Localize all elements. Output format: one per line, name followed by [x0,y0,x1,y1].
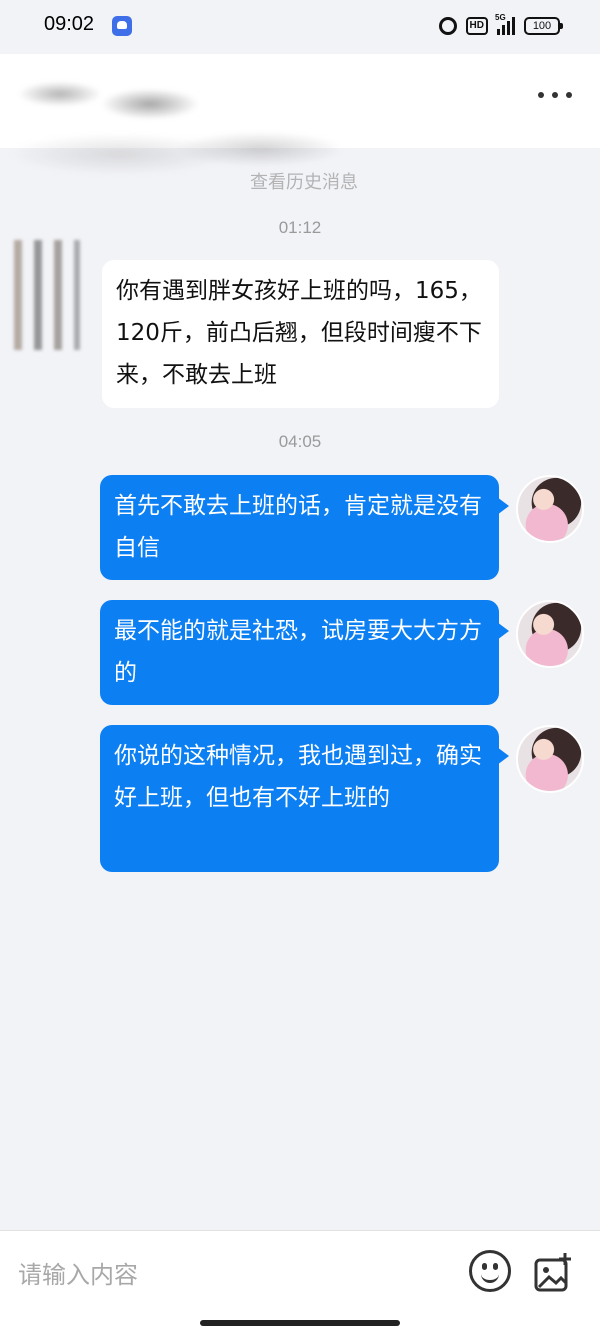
incoming-message[interactable]: 你有遇到胖女孩好上班的吗，165，120斤，前凸后翘，但段时间瘦不下来，不敢去上… [102,260,499,408]
outgoing-message[interactable]: 首先不敢去上班的话，肯定就是没有自信 [100,475,509,580]
app-notification-icon [112,16,132,36]
status-icons: HD 5G 100 [438,13,563,38]
user-avatar[interactable] [516,725,584,793]
signal-icon: 5G [495,13,515,35]
user-avatar[interactable] [516,475,584,543]
network-label: 5G [495,13,506,22]
emoji-icon[interactable] [469,1250,511,1292]
user-avatar[interactable] [516,600,584,668]
image-add-icon[interactable] [534,1252,574,1292]
home-indicator [200,1320,400,1326]
outgoing-message[interactable]: 最不能的就是社恐，试房要大大方方的 [100,600,509,705]
status-time: 09:02 [44,13,95,35]
message-input[interactable]: 请输入内容 [18,1255,138,1290]
alarm-icon [438,17,457,35]
battery-icon: 100 [524,17,563,35]
more-dots-icon[interactable] [538,92,572,98]
outgoing-message[interactable]: 你说的这种情况，我也遇到过，确实好上班，但也有不好上班的 [100,725,509,872]
timestamp: 04:05 [278,432,322,451]
contact-avatar[interactable] [4,240,88,350]
history-link[interactable]: 查看历史消息 [250,168,358,194]
timestamp: 01:12 [278,218,322,237]
status-bar: 09:02 HD 5G 100 [0,0,600,54]
input-placeholder: 请输入内容 [18,1261,138,1289]
hd-badge: HD [465,17,488,35]
